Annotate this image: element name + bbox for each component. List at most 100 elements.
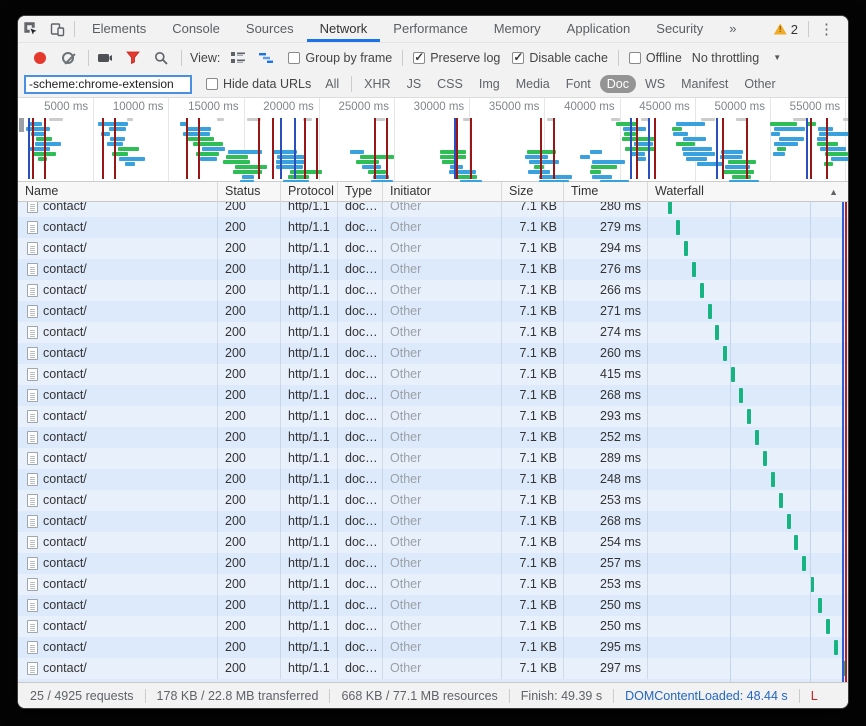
device-toolbar-icon[interactable]	[44, 16, 70, 42]
overview-tick	[611, 118, 620, 121]
cell-time: 253 ms	[564, 574, 648, 595]
show-overview-button[interactable]	[254, 47, 278, 69]
devtools-menu-icon[interactable]: ⋮	[813, 20, 840, 38]
cell-time: 271 ms	[564, 301, 648, 322]
overview-request-bar	[728, 160, 756, 164]
table-row[interactable]: contact/200http/1.1doc…Other7.1 KB289 ms	[18, 448, 848, 469]
tab-performance[interactable]: Performance	[380, 16, 480, 42]
cell-waterfall	[648, 637, 848, 658]
use-large-rows-button[interactable]	[226, 47, 250, 69]
table-row[interactable]: contact/200http/1.1doc…Other7.1 KB294 ms	[18, 238, 848, 259]
table-row[interactable]: contact/200http/1.1doc…Other7.1 KB271 ms	[18, 301, 848, 322]
filter-type-css[interactable]: CSS	[430, 75, 470, 93]
tab-application[interactable]: Application	[554, 16, 644, 42]
table-row[interactable]: contact/200http/1.1doc…Other7.1 KB248 ms	[18, 469, 848, 490]
column-header-name[interactable]: Name	[18, 182, 218, 202]
list-view-icon	[230, 51, 246, 64]
table-row[interactable]: contact/200http/1.1doc…Other7.1 KB268 ms	[18, 511, 848, 532]
filter-type-ws[interactable]: WS	[638, 75, 672, 93]
table-row[interactable]: contact/200http/1.1doc…Other7.1 KB293 ms	[18, 406, 848, 427]
table-row[interactable]: contact/200http/1.1doc…Other7.1 KB276 ms	[18, 259, 848, 280]
overview-request-bar	[770, 122, 797, 126]
overview-graph[interactable]	[18, 118, 848, 181]
cell-waterfall	[648, 553, 848, 574]
filter-type-doc[interactable]: Doc	[600, 75, 636, 93]
hide-data-urls-checkbox[interactable]: Hide data URLs	[206, 77, 311, 91]
filter-type-other[interactable]: Other	[737, 75, 782, 93]
search-button[interactable]	[149, 47, 173, 69]
toolbar-separator	[88, 50, 89, 66]
column-header-waterfall[interactable]: Waterfall▲	[648, 182, 848, 202]
tab-elements[interactable]: Elements	[79, 16, 159, 42]
table-row[interactable]: contact/200http/1.1doc…Other7.1 KB295 ms	[18, 637, 848, 658]
document-icon	[27, 620, 38, 633]
table-row[interactable]: contact/200http/1.1doc…Other7.1 KB252 ms	[18, 427, 848, 448]
table-row[interactable]: contact/200http/1.1doc…Other7.1 KB260 ms	[18, 343, 848, 364]
cell-size: 7.1 KB	[502, 217, 564, 238]
filter-type-img[interactable]: Img	[472, 75, 507, 93]
statusbar-separator	[145, 689, 146, 703]
cell-waterfall	[648, 427, 848, 448]
cell-waterfall	[648, 238, 848, 259]
filter-type-all[interactable]: All	[318, 75, 346, 93]
filter-button[interactable]	[121, 47, 145, 69]
tab-memory[interactable]: Memory	[481, 16, 554, 42]
cell-status: 200	[218, 343, 281, 364]
inspect-element-icon[interactable]	[18, 16, 44, 42]
table-row[interactable]: contact/200http/1.1doc…Other7.1 KB253 ms	[18, 574, 848, 595]
table-row[interactable]: contact/200http/1.1doc…Other7.1 KB268 ms	[18, 385, 848, 406]
record-button[interactable]	[28, 47, 52, 69]
table-row[interactable]: contact/200http/1.1doc…Other7.1 KB253 ms	[18, 490, 848, 511]
table-row[interactable]: contact/200http/1.1doc…Other7.1 KB279 ms	[18, 217, 848, 238]
tab-network[interactable]: Network	[307, 16, 381, 42]
table-row[interactable]: contact/200http/1.1doc…Other7.1 KB274 ms	[18, 322, 848, 343]
capture-screenshots-button[interactable]	[93, 47, 117, 69]
column-header-initiator[interactable]: Initiator	[383, 182, 502, 202]
column-header-protocol[interactable]: Protocol	[281, 182, 338, 202]
table-row[interactable]: contact/200http/1.1doc…Other7.1 KB254 ms	[18, 532, 848, 553]
cell-status: 200	[218, 301, 281, 322]
issues-warning-badge[interactable]: 2	[774, 22, 798, 37]
column-header-type[interactable]: Type	[338, 182, 383, 202]
cell-size: 7.1 KB	[502, 364, 564, 385]
request-name: contact/	[43, 532, 87, 553]
table-row[interactable]: contact/200http/1.1doc…Other7.1 KB280 ms	[18, 202, 848, 217]
table-row[interactable]: contact/200http/1.1doc…Other7.1 KB266 ms	[18, 280, 848, 301]
column-header-size[interactable]: Size	[502, 182, 564, 202]
cell-status: 200	[218, 364, 281, 385]
table-row[interactable]: contact/200http/1.1doc…Other7.1 KB257 ms	[18, 553, 848, 574]
table-row[interactable]: contact/200http/1.1doc…Other7.1 KB415 ms	[18, 364, 848, 385]
cell-size: 7.1 KB	[502, 202, 564, 217]
tab-sources[interactable]: Sources	[233, 16, 307, 42]
disable-cache-checkbox[interactable]: Disable cache	[512, 51, 608, 65]
cell-size: 7.1 KB	[502, 658, 564, 679]
cell-status: 200	[218, 259, 281, 280]
column-header-status[interactable]: Status	[218, 182, 281, 202]
offline-checkbox[interactable]: Offline	[629, 51, 682, 65]
tab-security[interactable]: Security	[643, 16, 716, 42]
filter-type-manifest[interactable]: Manifest	[674, 75, 735, 93]
throttling-dropdown[interactable]: No throttling ▼	[692, 51, 781, 65]
network-overview[interactable]: 5000 ms10000 ms15000 ms20000 ms25000 ms3…	[18, 98, 848, 182]
column-header-time[interactable]: Time	[564, 182, 648, 202]
filter-type-xhr[interactable]: XHR	[357, 75, 397, 93]
cell-protocol: http/1.1	[281, 469, 338, 490]
table-row[interactable]: contact/200http/1.1doc…Other7.1 KB250 ms	[18, 595, 848, 616]
clear-button[interactable]	[56, 47, 80, 69]
document-icon	[27, 347, 38, 360]
filter-type-font[interactable]: Font	[559, 75, 598, 93]
preserve-log-checkbox[interactable]: Preserve log	[413, 51, 500, 65]
filter-type-js[interactable]: JS	[400, 75, 429, 93]
overview-time-label: 50000 ms	[714, 101, 770, 113]
filter-input[interactable]	[24, 75, 192, 94]
checkbox-checked-icon	[512, 52, 524, 64]
table-row[interactable]: contact/200http/1.1doc…Other7.1 KB297 ms	[18, 658, 848, 679]
waterfall-bar	[771, 472, 775, 487]
cell-protocol: http/1.1	[281, 448, 338, 469]
group-by-frame-checkbox[interactable]: Group by frame	[288, 51, 392, 65]
tab-console[interactable]: Console	[159, 16, 233, 42]
table-row[interactable]: contact/200http/1.1doc…Other7.1 KB250 ms	[18, 616, 848, 637]
tab-[interactable]: »	[716, 16, 749, 42]
filter-type-media[interactable]: Media	[509, 75, 557, 93]
overview-request-bar	[591, 165, 617, 169]
